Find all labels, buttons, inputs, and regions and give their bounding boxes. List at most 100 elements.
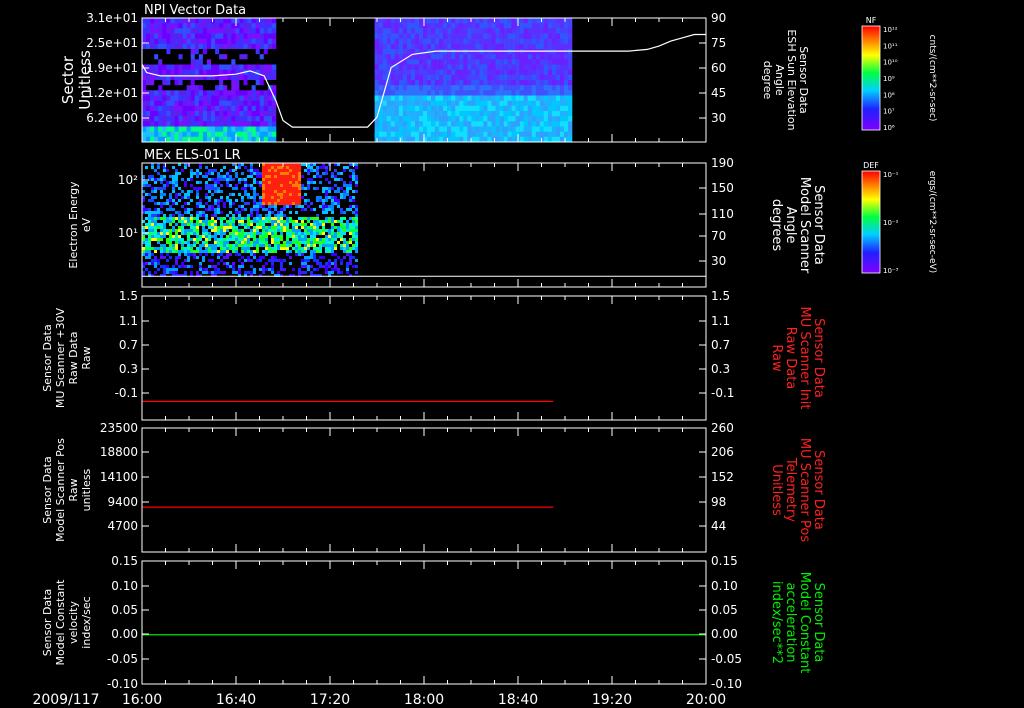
heatmap-cell	[223, 80, 228, 86]
heatmap-cell	[243, 28, 248, 34]
heatmap-cell	[547, 85, 553, 91]
heatmap-cell	[198, 49, 204, 55]
heatmap-cell	[523, 105, 528, 112]
heatmap-cell	[271, 259, 274, 262]
heatmap-cell	[235, 33, 240, 39]
heatmap-cell	[451, 23, 456, 29]
heatmap-cell	[283, 190, 286, 193]
heatmap-cell	[394, 131, 400, 138]
heatmap-cell	[280, 247, 283, 250]
heatmap-cell	[206, 33, 212, 39]
heatmap-cell	[283, 187, 286, 190]
heatmap-cell	[313, 175, 316, 178]
heatmap-cell	[178, 100, 183, 107]
heatmap-cell	[160, 226, 163, 229]
heatmap-cell	[244, 190, 247, 193]
heatmap-cell	[193, 172, 196, 175]
heatmap-cell	[190, 80, 196, 86]
heatmap-cell	[475, 49, 480, 55]
heatmap-cell	[463, 28, 468, 34]
heatmap-cell	[160, 181, 163, 184]
heatmap-cell	[277, 223, 280, 226]
colorbar-tick: 10⁹	[883, 75, 895, 83]
heatmap-cell	[243, 33, 248, 39]
heatmap-cell	[187, 238, 190, 241]
heatmap-cell	[313, 253, 316, 256]
heatmap-cell	[206, 69, 212, 76]
heatmap-cell	[263, 28, 269, 34]
heatmap-cell	[181, 232, 184, 235]
heatmap-cell	[280, 259, 283, 262]
heatmap-cell	[253, 190, 256, 193]
heatmap-cell	[202, 121, 208, 127]
heatmap-cell	[531, 74, 537, 81]
heatmap-cell	[483, 33, 488, 39]
heatmap-cell	[235, 172, 238, 175]
heatmap-cell	[219, 121, 224, 127]
heatmap-cell	[394, 23, 400, 29]
heatmap-cell	[160, 187, 163, 190]
heatmap-cell	[511, 59, 516, 65]
heatmap-cell	[325, 199, 328, 202]
heatmap-cell	[271, 74, 277, 81]
heatmap-cell	[250, 229, 253, 232]
heatmap-cell	[410, 126, 416, 132]
heatmap-cell	[374, 54, 379, 60]
y-tick-label: 0.7	[119, 338, 138, 352]
heatmap-cell	[166, 184, 169, 187]
heatmap-cell	[262, 217, 265, 220]
heatmap-cell	[199, 268, 202, 271]
heatmap-cell	[564, 90, 569, 96]
heatmap-cell	[150, 59, 155, 65]
heatmap-cell	[151, 166, 154, 169]
heatmap-cell	[390, 74, 396, 81]
heatmap-cell	[163, 226, 166, 229]
heatmap-cell	[343, 211, 346, 214]
heatmap-cell	[515, 90, 520, 96]
heatmap-cell	[226, 226, 229, 229]
heatmap-cell	[334, 199, 337, 202]
heatmap-cell	[271, 69, 277, 76]
heatmap-cell	[219, 105, 224, 112]
heatmap-cell	[220, 178, 223, 181]
heatmap-cell	[349, 217, 352, 220]
heatmap-cell	[256, 229, 259, 232]
heatmap-cell	[256, 169, 259, 172]
heatmap-cell	[479, 116, 484, 122]
heatmap-cell	[459, 18, 464, 24]
heatmap-cell	[515, 95, 520, 101]
heatmap-cell	[304, 265, 307, 268]
heatmap-cell	[214, 268, 217, 271]
heatmap-cell	[483, 69, 488, 76]
heatmap-cell	[219, 85, 224, 91]
heatmap-cell	[226, 238, 229, 241]
heatmap-cell	[378, 18, 383, 24]
heatmap-cell	[198, 33, 204, 39]
heatmap-cell	[268, 217, 271, 220]
heatmap-cell	[206, 95, 212, 101]
heatmap-cell	[435, 38, 440, 45]
heatmap-cell	[247, 196, 250, 199]
heatmap-cell	[471, 28, 476, 34]
heatmap-cell	[487, 80, 492, 86]
heatmap-cell	[560, 54, 565, 60]
heatmap-cell	[202, 64, 208, 70]
heatmap-cell	[202, 250, 205, 253]
heatmap-cell	[459, 80, 464, 86]
heatmap-cell	[555, 121, 561, 127]
heatmap-cell	[163, 247, 166, 250]
heatmap-cell	[535, 100, 541, 107]
heatmap-cell	[511, 136, 516, 143]
heatmap-cell	[263, 43, 269, 50]
heatmap-cell	[232, 244, 235, 247]
heatmap-cell	[194, 100, 200, 107]
heatmap-cell	[268, 211, 271, 214]
heatmap-cell	[215, 90, 220, 96]
heatmap-cell	[531, 80, 537, 86]
heatmap-cell	[491, 121, 496, 127]
heatmap-cell	[325, 211, 328, 214]
heatmap-cell	[313, 181, 316, 184]
heatmap-cell	[483, 105, 488, 112]
heatmap-cell	[190, 43, 196, 50]
y-axis-label: Sensor Data	[41, 589, 54, 656]
